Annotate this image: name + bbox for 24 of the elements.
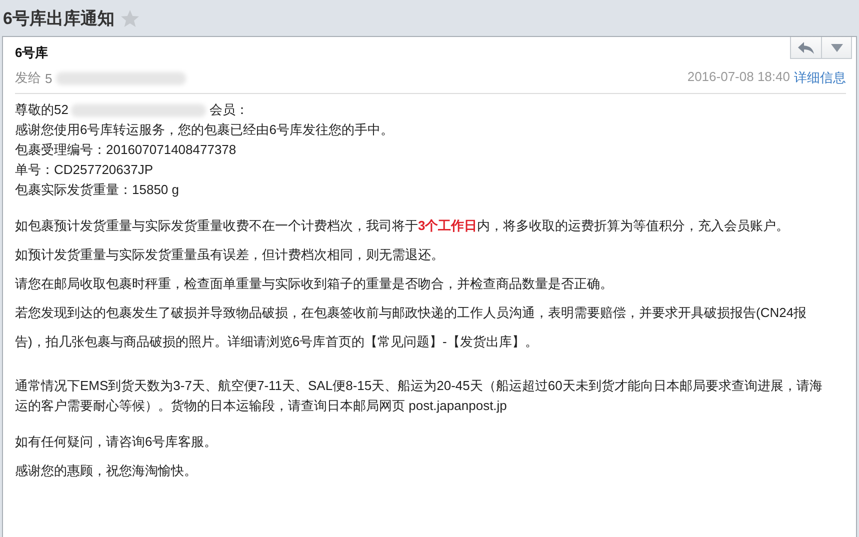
body-paragraph: 感谢您使用6号库转运服务，您的包裹已经由6号库发往您的手中。 [15,121,394,139]
recipient-address: 5 [45,70,52,86]
greeting-text: 会员： [209,101,248,119]
body-paragraph: 如有任何疑问，请咨询6号库客服。 [15,433,218,451]
body-paragraph: 如包裹预计发货重量与实际发货重量收费不在一个计费档次，我司将于3个工作日内，将多收取的运费折算为等值积分，充入会员账户。 [15,217,790,235]
body-paragraph: 如预计发货重量与实际发货重量虽有误差，但计费档次相同，则无需退还。 [15,246,445,264]
body-paragraph: 包裹受理编号：201607071408477378 [15,141,238,159]
body-paragraph: 感谢您的惠顾，祝您海淘愉快。 [15,462,198,480]
body-paragraph: 请您在邮局收取包裹时秤重，检查面单重量与实际收到箱子的重量是否吻合，并检查商品数量是否正确。 [15,275,614,293]
recipient-label: 发给 [15,69,41,87]
body-paragraph: 包裹实际发货重量：15850 g [15,181,180,199]
details-link[interactable]: 详细信息 [794,69,846,87]
star-icon[interactable] [120,8,140,28]
body-paragraph: 通常情况下EMS到货天数为3-7天、航空便7-11天、SAL便8-15天、船运为20-45天（船运超过60天未到货才能向日本邮局要求查询进展，请海运的客户需要耐心等候）。货物的日本运输段，请查询日本邮局网页 post.japanpost.jp [15,377,824,415]
more-button[interactable] [822,37,852,59]
greeting-text: 尊敬的52 [15,101,68,119]
body-paragraph: 单号：CD257720637JP [15,161,154,179]
body-paragraph: 若您发现到达的包裹发生了破损并导致物品破损，在包裹签收前与邮政快递的工作人员沟通，表明需要赔偿，并要求开具破损报告(CN24报告)，拍几张包裹与商品破损的照片。详细请浏览6号库首页的【常见问题】-【发货出库】。 [15,304,808,351]
reply-button[interactable] [790,37,822,59]
reply-arrow-icon[interactable] [797,40,815,54]
email-date: 2016-07-08 18:40 [687,69,790,86]
sender-name: 6号库 [15,44,48,62]
caret-icon[interactable] [830,44,842,52]
email-subject: 6号库出库通知 [3,8,114,30]
